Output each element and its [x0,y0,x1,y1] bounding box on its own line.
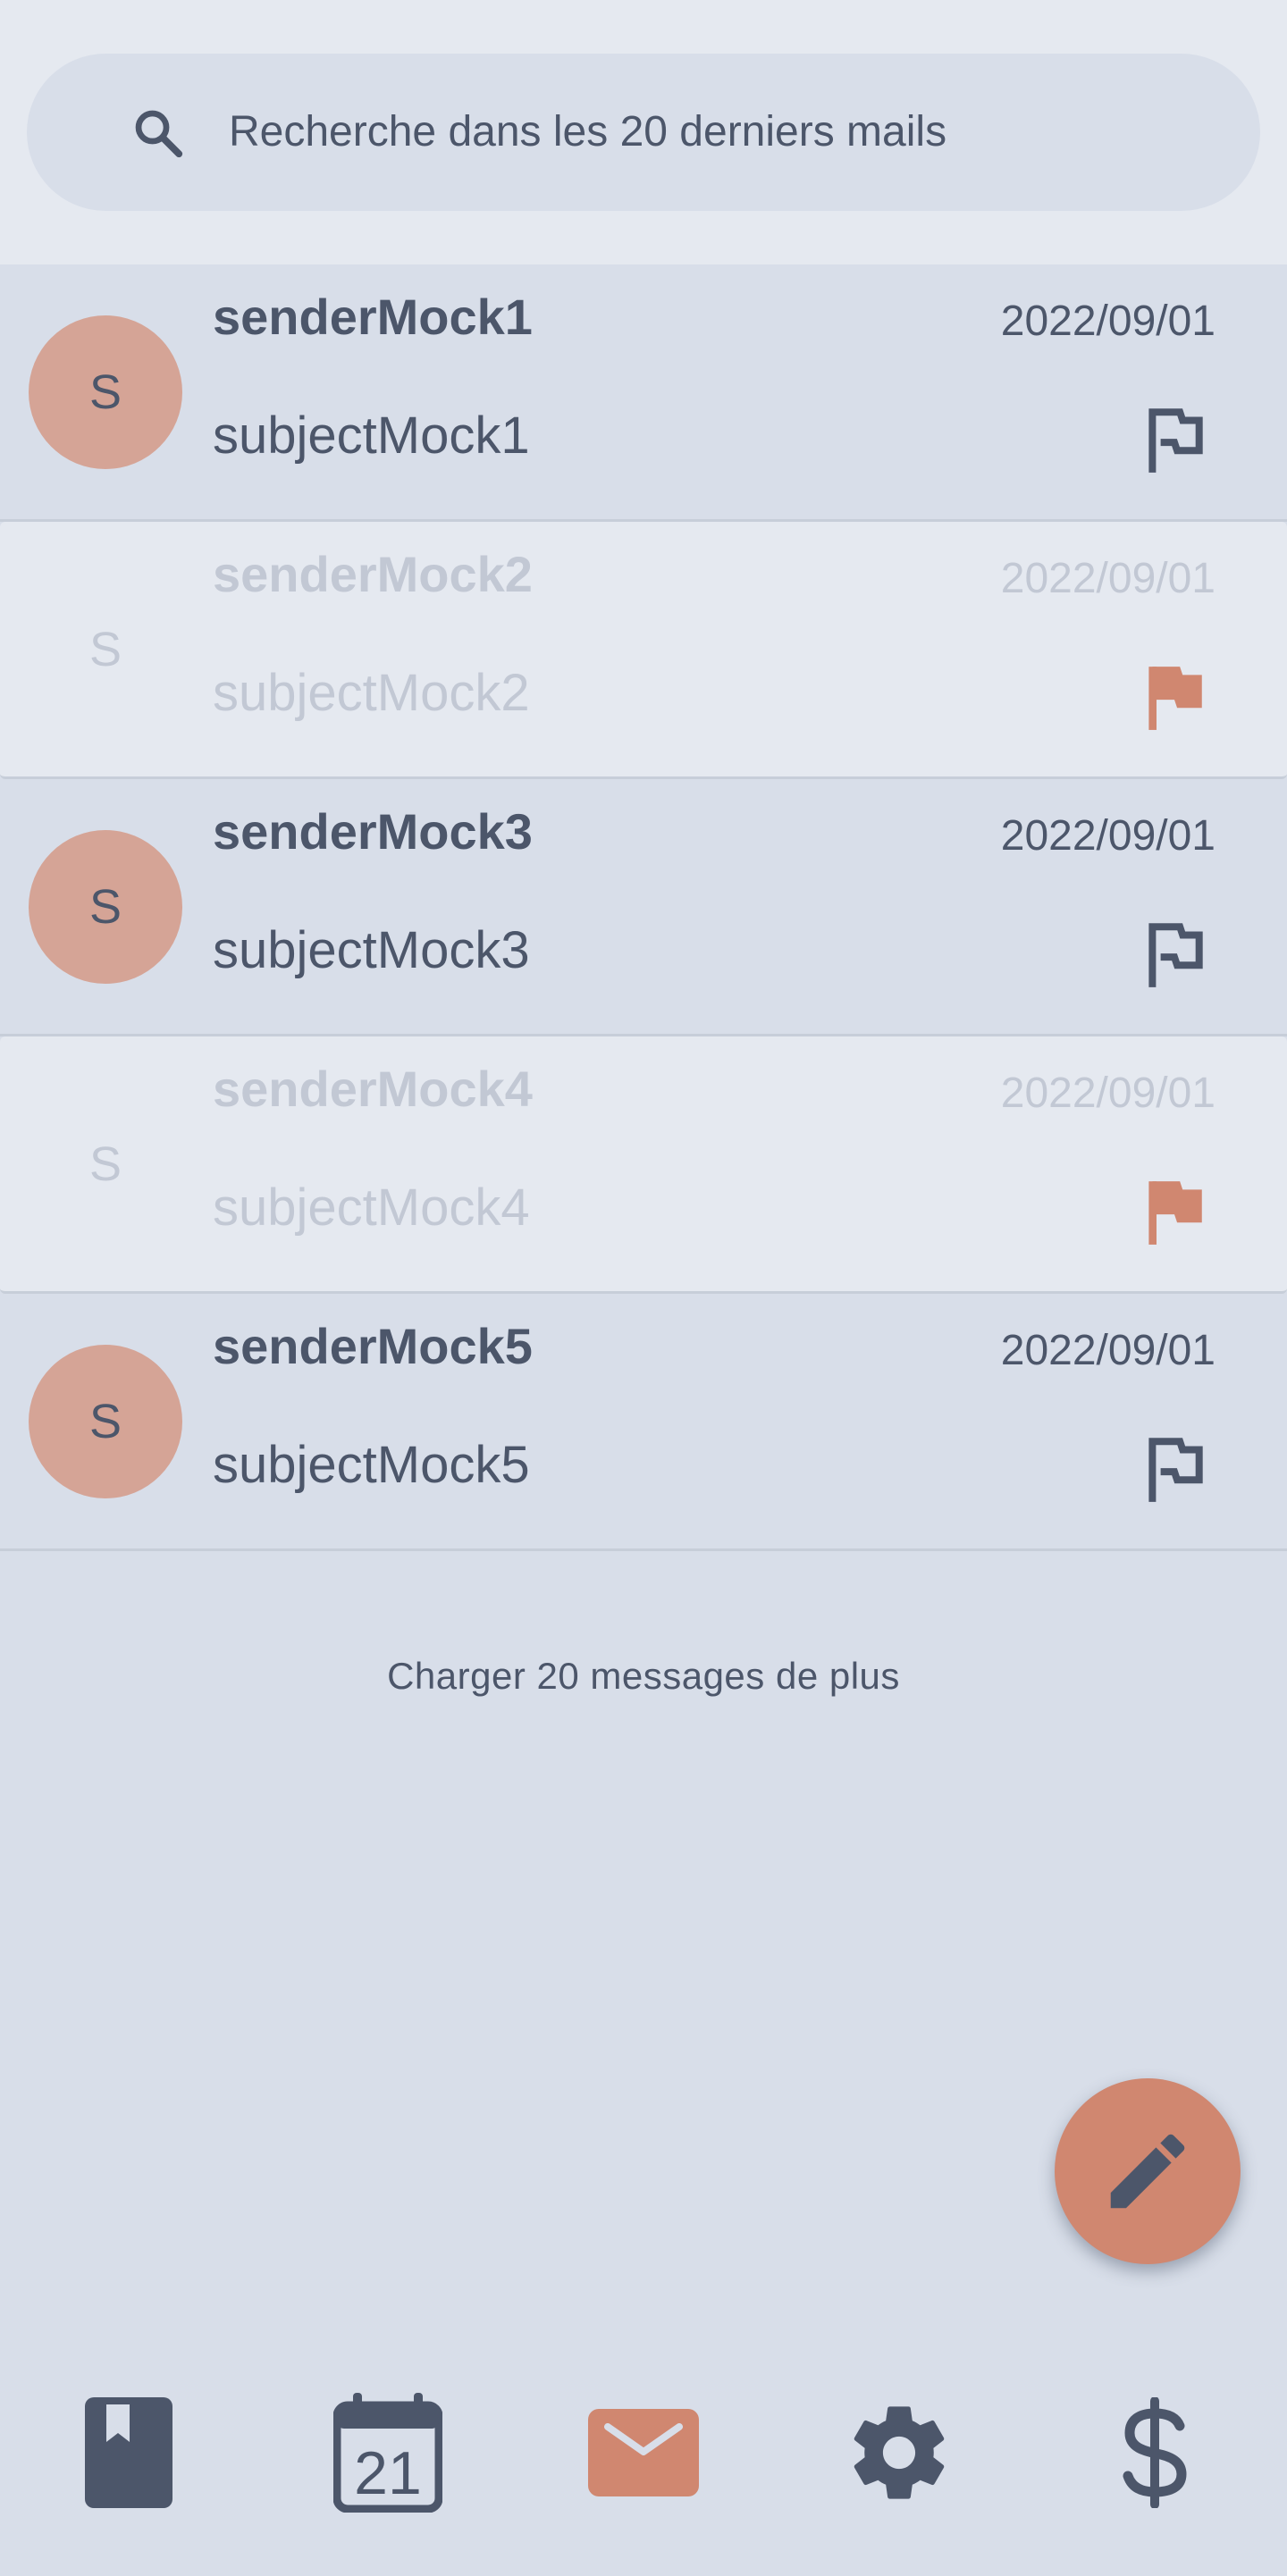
top-bar: Recherche dans les 20 derniers mails [0,0,1287,264]
bookmark-book-icon [85,2397,172,2508]
calendar-day-label: 21 [354,2439,422,2507]
mail-subject: subjectMock3 [213,921,530,979]
gear-icon [854,2406,945,2499]
mail-date: 2022/09/01 [1000,555,1216,602]
mail-row[interactable]: S senderMock1 2022/09/01 subjectMock1 [0,264,1287,522]
pencil-icon [1110,2134,1185,2209]
nav-mail[interactable] [581,2386,706,2520]
bottom-navigation: 21 [0,2359,1287,2576]
sender-avatar: S [29,1345,182,1498]
sender-name: senderMock2 [213,546,533,602]
sender-avatar: S [88,623,122,676]
mail-date: 2022/09/01 [1000,298,1216,345]
nav-calendar[interactable]: 21 [325,2386,450,2520]
mail-date: 2022/09/01 [1000,1070,1216,1117]
mail-subject: subjectMock2 [213,664,530,722]
sender-name: senderMock3 [213,803,533,860]
mail-date: 2022/09/01 [1000,812,1216,860]
mail-row[interactable]: S senderMock3 2022/09/01 subjectMock3 [0,779,1287,1036]
search-placeholder: Recherche dans les 20 derniers mails [229,108,947,155]
mail-icon [588,2409,699,2496]
sender-avatar: S [88,1137,122,1191]
mail-subject: subjectMock5 [213,1436,530,1494]
dollar-icon [1123,2397,1187,2508]
mail-row[interactable]: S senderMock5 2022/09/01 subjectMock5 [0,1294,1287,1551]
nav-settings[interactable] [837,2386,962,2520]
mail-row[interactable]: S senderMock2 2022/09/01 subjectMock2 [0,522,1287,779]
nav-billing[interactable] [1092,2386,1217,2520]
load-more-button[interactable]: Charger 20 messages de plus [0,1655,1287,1698]
sender-name: senderMock4 [213,1061,533,1117]
flag-filled-icon[interactable] [1140,661,1208,733]
sender-name: senderMock1 [213,289,533,345]
mail-row[interactable]: S senderMock4 2022/09/01 subjectMock4 [0,1036,1287,1294]
nav-contacts[interactable] [66,2386,191,2520]
sender-avatar: S [29,315,182,469]
sender-name: senderMock5 [213,1318,533,1374]
mail-subject: subjectMock4 [213,1179,530,1237]
flag-outline-icon[interactable] [1140,919,1208,990]
flag-outline-icon[interactable] [1140,1433,1208,1505]
mail-subject: subjectMock1 [213,407,530,465]
mail-list: S senderMock1 2022/09/01 subjectMock1 S … [0,264,1287,1551]
flag-filled-icon[interactable] [1140,1176,1208,1247]
search-icon [135,110,183,158]
search-bar[interactable]: Recherche dans les 20 derniers mails [27,54,1260,211]
flag-outline-icon[interactable] [1140,404,1208,475]
sender-avatar: S [29,830,182,984]
compose-button[interactable] [1055,2078,1241,2264]
mail-date: 2022/09/01 [1000,1327,1216,1374]
